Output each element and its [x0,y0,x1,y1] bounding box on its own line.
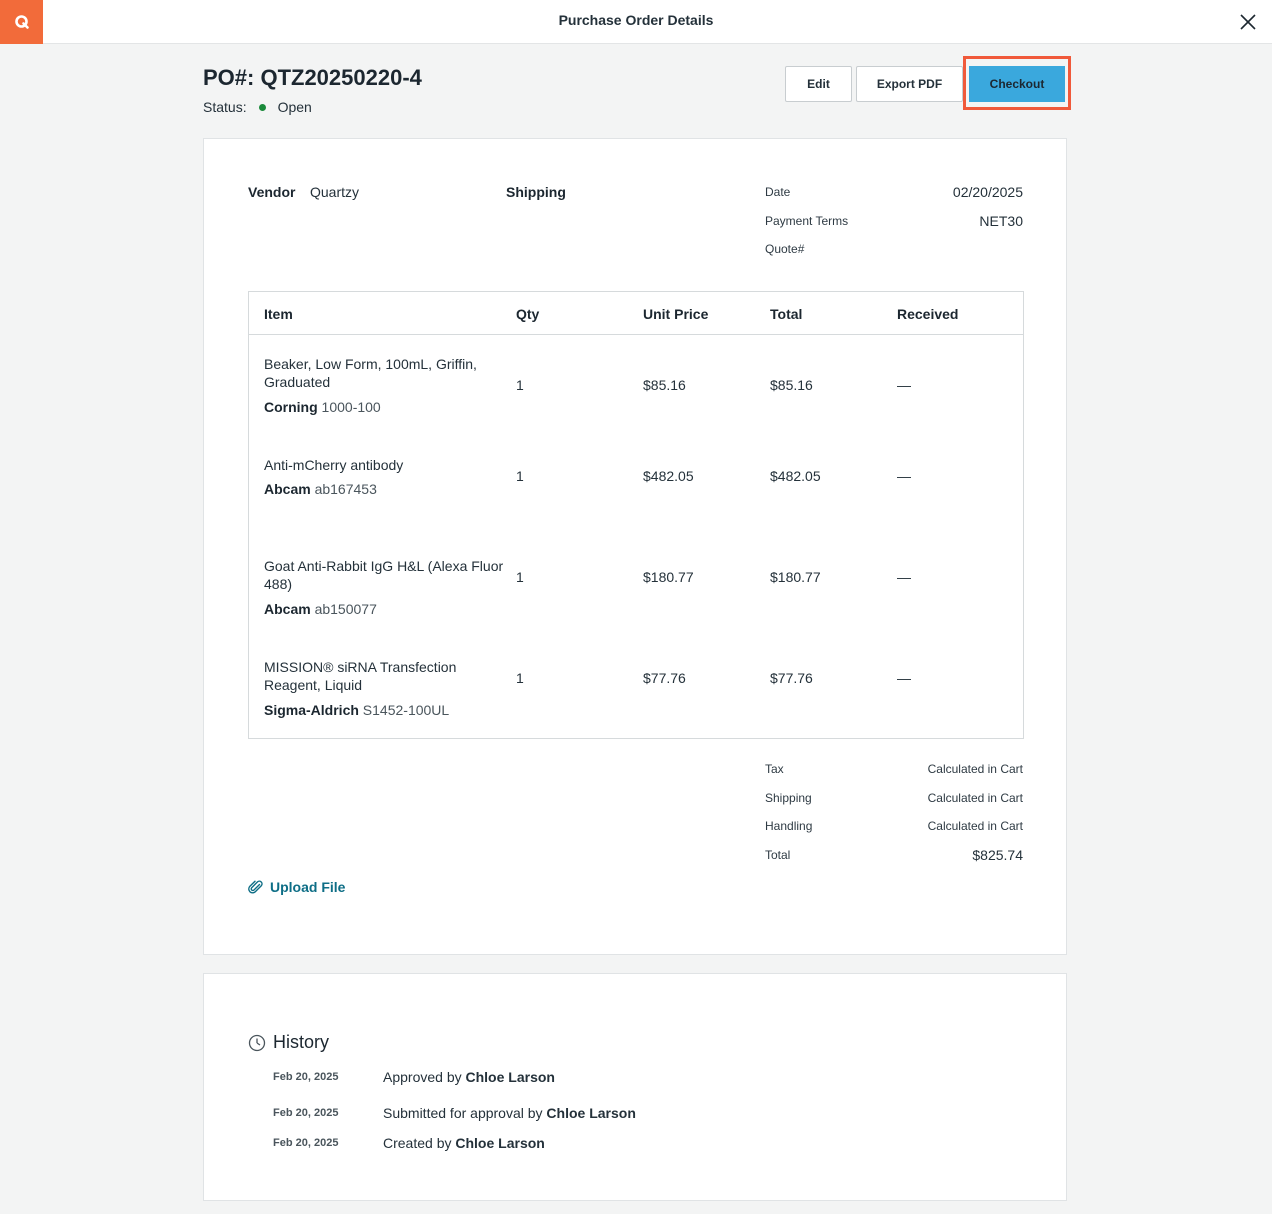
item-sku: S1452-100UL [362,702,450,718]
item-vendor: Corning 1000-100 [264,399,381,415]
summary-shipping-value: Calculated in Cart [927,791,1023,805]
clock-icon [248,1034,266,1051]
tax-label: Tax [765,762,784,776]
item-unit-price: $85.16 [643,377,686,393]
date-label: Date [765,185,791,199]
close-button[interactable] [1236,10,1260,34]
item-vendor: Sigma-Aldrich S1452-100UL [264,702,449,718]
item-vendor: Abcam ab167453 [264,481,377,497]
po-number: PO#: QTZ20250220-4 [203,65,422,90]
handling-label: Handling [765,819,813,833]
history-date: Feb 20, 2025 [273,1137,339,1149]
item-name[interactable]: MISSION® siRNA Transfection Reagent, Liq… [264,658,509,694]
payment-terms-label: Payment Terms [765,214,849,228]
item-name[interactable]: Goat Anti-Rabbit IgG H&L (Alexa Fluor 48… [264,557,509,593]
history-action: Submitted for approval by [383,1105,543,1121]
item-total: $85.16 [770,377,813,393]
item-qty: 1 [516,569,524,585]
header-qty: Qty [516,306,540,322]
item-sku: ab150077 [314,601,377,617]
history-text: Submitted for approval by Chloe Larson [383,1105,636,1121]
item-unit-price: $482.05 [643,468,694,484]
payment-terms-value: NET30 [979,213,1023,229]
item-total: $180.77 [770,569,821,585]
total-label: Total [765,848,791,862]
item-qty: 1 [516,377,524,393]
vendor-value: Quartzy [310,184,360,200]
shipping-label: Shipping [506,184,566,200]
item-sku: ab167453 [314,481,377,497]
top-bar: Purchase Order Details [0,0,1272,44]
po-details-card: Vendor Quartzy Shipping Date 02/20/2025 … [203,138,1067,955]
status-line: Status: Open [203,99,312,115]
handling-value: Calculated in Cart [927,819,1023,833]
history-heading: History [248,1032,329,1053]
history-card: History Feb 20, 2025 Approved by Chloe L… [203,973,1067,1201]
items-table: Item Qty Unit Price Total Received Beake… [248,291,1024,739]
status-label: Status: [203,99,247,115]
table-row[interactable]: Anti-mCherry antibody Abcam ab167453 1 $… [249,436,1023,537]
item-brand: Corning [264,399,318,415]
item-name[interactable]: Anti-mCherry antibody [264,456,509,474]
item-received: — [897,377,911,393]
quote-label: Quote# [765,242,805,256]
history-date: Feb 20, 2025 [273,1071,339,1083]
date-value: 02/20/2025 [952,184,1023,200]
history-user: Chloe Larson [455,1135,545,1151]
status-dot [258,103,266,111]
vendor-label: Vendor [248,184,296,200]
page-title: Purchase Order Details [558,12,714,28]
checkout-highlight: Checkout [963,56,1071,110]
total-value: $825.74 [972,847,1023,863]
item-received: — [897,569,911,585]
history-action: Approved by [383,1069,462,1085]
table-row[interactable]: MISSION® siRNA Transfection Reagent, Liq… [249,638,1023,739]
export-pdf-button[interactable]: Export PDF [856,66,963,102]
history-date: Feb 20, 2025 [273,1107,339,1119]
table-header: Item Qty Unit Price Total Received [249,292,1023,335]
item-received: — [897,468,911,484]
upload-file-link[interactable]: Upload File [248,879,345,895]
item-received: — [897,670,911,686]
table-row[interactable]: Beaker, Low Form, 100mL, Griffin, Gradua… [249,335,1023,436]
tax-value: Calculated in Cart [927,762,1023,776]
checkout-button[interactable]: Checkout [969,66,1065,102]
item-brand: Abcam [264,601,311,617]
header-received: Received [897,306,959,322]
item-total: $482.05 [770,468,821,484]
history-title: History [273,1032,330,1052]
history-user: Chloe Larson [546,1105,636,1121]
close-icon [1240,14,1256,30]
history-action: Created by [383,1135,452,1151]
table-row[interactable]: Goat Anti-Rabbit IgG H&L (Alexa Fluor 48… [249,537,1023,638]
upload-file-label: Upload File [270,879,346,895]
history-user: Chloe Larson [465,1069,555,1085]
item-total: $77.76 [770,670,813,686]
paperclip-icon [248,880,263,894]
header-total: Total [770,306,803,322]
item-brand: Sigma-Aldrich [264,702,359,718]
item-vendor: Abcam ab150077 [264,601,377,617]
item-name[interactable]: Beaker, Low Form, 100mL, Griffin, Gradua… [264,355,509,391]
history-text: Approved by Chloe Larson [383,1069,555,1085]
history-text: Created by Chloe Larson [383,1135,545,1151]
edit-button[interactable]: Edit [785,66,852,102]
item-qty: 1 [516,468,524,484]
item-unit-price: $77.76 [643,670,686,686]
item-brand: Abcam [264,481,311,497]
item-unit-price: $180.77 [643,569,694,585]
status-value: Open [277,99,312,115]
item-sku: 1000-100 [321,399,381,415]
header-unit-price: Unit Price [643,306,709,322]
summary-shipping-label: Shipping [765,791,812,805]
header-item: Item [264,306,293,322]
item-qty: 1 [516,670,524,686]
